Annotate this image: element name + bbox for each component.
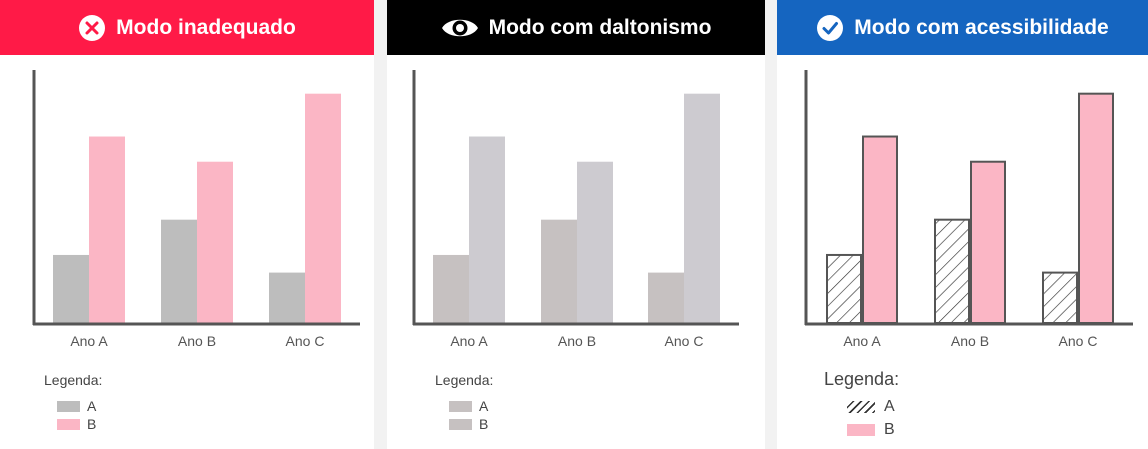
legend-label-b: B xyxy=(884,421,895,438)
bar-a-ano-b xyxy=(934,218,970,324)
bar-b-ano-b xyxy=(970,160,1006,324)
legend-swatch-a xyxy=(449,400,472,412)
legend-item-b: B xyxy=(57,416,96,432)
x-tick-label: Ano B xyxy=(178,333,216,349)
bar-a-ano-a xyxy=(826,253,862,325)
legend-label-b: B xyxy=(87,416,97,432)
bar-a-ano-a xyxy=(433,254,469,323)
legend-swatch-a xyxy=(57,400,80,412)
legend-item-b: B xyxy=(847,421,895,439)
bar-b-ano-a xyxy=(862,135,898,324)
legend-item-a: A xyxy=(57,398,96,414)
legend-title: Legenda: xyxy=(44,372,103,388)
x-tick-label: Ano B xyxy=(951,333,989,349)
legend-item-a: A xyxy=(449,398,488,414)
legend-item-a: A xyxy=(847,398,895,416)
panel-inadequate-mode: Modo inadequado Ano A Ano B Ano C Legenda:… xyxy=(0,0,374,449)
legend-swatch-b xyxy=(847,424,875,436)
legend-label-a: A xyxy=(87,398,97,414)
x-tick-label: Ano A xyxy=(450,333,488,349)
legend-swatch-b xyxy=(57,418,80,430)
x-tick-label: Ano B xyxy=(558,333,596,349)
bar-b-ano-c xyxy=(305,93,341,324)
x-tick-label: Ano C xyxy=(665,333,704,349)
legend-label-a: A xyxy=(884,398,895,415)
bar-b-ano-a xyxy=(469,136,505,323)
legend-label-b: B xyxy=(479,416,489,432)
legend-label-a: A xyxy=(479,398,489,414)
bar-a-ano-b xyxy=(541,219,577,323)
bar-a-ano-a xyxy=(53,254,89,323)
legend-swatch-b xyxy=(449,418,472,430)
legend-item-b: B xyxy=(449,416,488,432)
bar-a-ano-b xyxy=(161,219,197,323)
legend-title: Legenda: xyxy=(824,369,900,389)
bar-b-ano-a xyxy=(89,136,125,323)
panel-colorblind-mode: Modo com daltonismo Ano A Ano B Ano C Lege… xyxy=(387,0,765,449)
panel-accessible-mode: Modo com acessibilidade Ano A Ano B Ano C … xyxy=(777,0,1148,449)
legend-swatch-a xyxy=(847,401,875,413)
x-tick-label: Ano A xyxy=(843,333,881,349)
x-tick-label: Ano C xyxy=(286,333,325,349)
legend-title: Legenda: xyxy=(435,372,494,388)
x-tick-label: Ano C xyxy=(1059,333,1098,349)
bar-b-ano-c xyxy=(684,93,720,324)
x-tick-label: Ano A xyxy=(70,333,108,349)
bar-a-ano-c xyxy=(269,272,305,323)
bar-a-ano-c xyxy=(648,272,684,323)
bar-b-ano-c xyxy=(1078,92,1114,325)
bar-a-ano-c xyxy=(1042,271,1078,325)
bar-b-ano-b xyxy=(577,161,613,323)
bar-b-ano-b xyxy=(197,161,233,323)
